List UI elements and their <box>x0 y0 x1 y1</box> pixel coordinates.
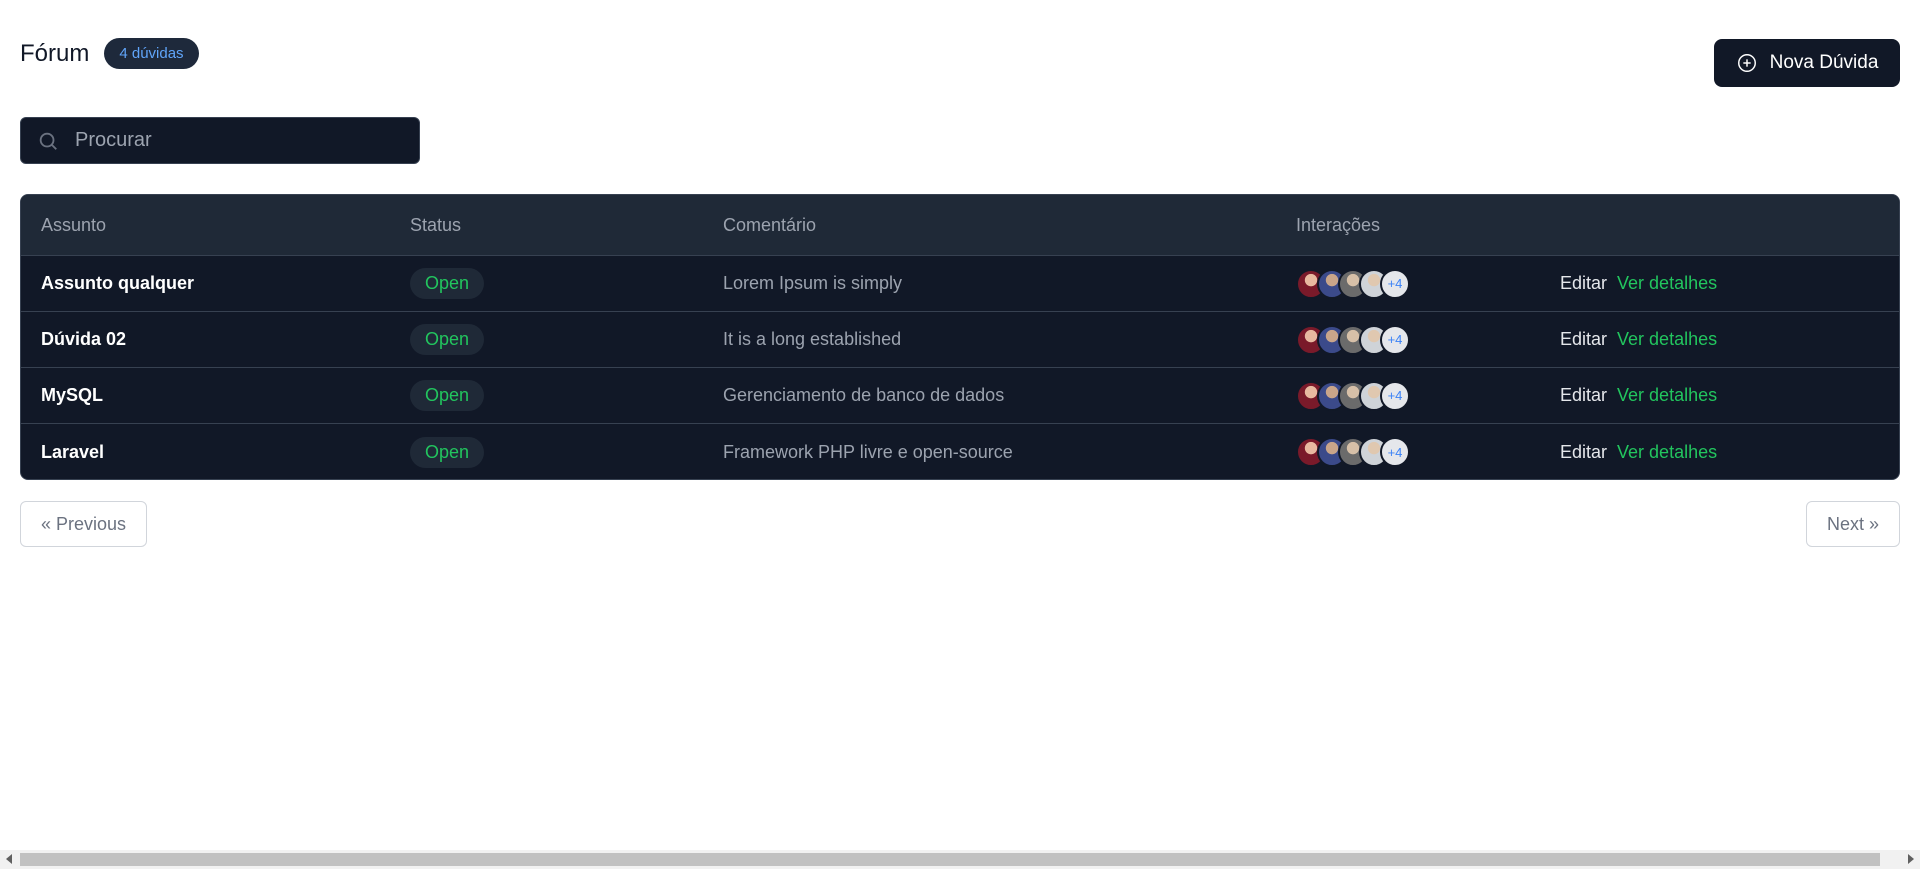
more-interactions-count: +4 <box>1380 324 1410 355</box>
search-input[interactable] <box>75 129 395 152</box>
status-badge: Open <box>410 380 485 411</box>
edit-link[interactable]: Editar <box>1560 442 1607 463</box>
interaction-avatars: +4 <box>1296 268 1410 299</box>
column-header-interactions: Interações <box>1296 214 1381 235</box>
row-actions: Editar Ver detalhes <box>1560 329 1717 350</box>
view-details-link[interactable]: Ver detalhes <box>1617 442 1717 463</box>
row-subject: Laravel <box>41 441 105 462</box>
plus-circle-icon <box>1737 54 1756 72</box>
status-badge: Open <box>410 268 485 299</box>
new-question-button[interactable]: Nova Dúvida <box>1714 39 1900 87</box>
row-subject: Dúvida 02 <box>41 329 127 349</box>
row-subject: MySQL <box>41 385 104 405</box>
table-row: Assunto qualquer Open Lorem Ipsum is sim… <box>21 256 1899 312</box>
edit-link[interactable]: Editar <box>1560 385 1607 406</box>
status-badge: Open <box>410 324 485 355</box>
column-header-comment: Comentário <box>723 214 817 235</box>
more-interactions-count: +4 <box>1380 437 1410 467</box>
search-box <box>20 117 420 164</box>
interaction-avatars: +4 <box>1296 324 1410 355</box>
row-subject: Assunto qualquer <box>41 273 195 293</box>
next-page-button[interactable]: Next » <box>1805 501 1900 547</box>
view-details-link[interactable]: Ver detalhes <box>1617 329 1717 350</box>
interaction-avatars: +4 <box>1296 380 1410 411</box>
view-details-link[interactable]: Ver detalhes <box>1617 385 1717 406</box>
column-header-subject: Assunto <box>41 214 107 235</box>
scroll-right-arrow-icon[interactable] <box>1908 854 1914 864</box>
forum-page: Fórum 4 dúvidas Nova Dúvida Assunto Stat… <box>0 0 1920 869</box>
search-icon <box>39 132 57 150</box>
row-actions: Editar Ver detalhes <box>1560 273 1717 294</box>
edit-link[interactable]: Editar <box>1560 273 1607 294</box>
more-interactions-count: +4 <box>1380 380 1410 411</box>
edit-link[interactable]: Editar <box>1560 329 1607 350</box>
table-row: Dúvida 02 Open It is a long established … <box>21 312 1899 368</box>
row-actions: Editar Ver detalhes <box>1560 385 1717 406</box>
page-title: Fórum <box>20 39 90 67</box>
table-header: Assunto Status Comentário Interações <box>21 195 1899 256</box>
page-header: Fórum 4 dúvidas <box>20 38 199 69</box>
row-comment: Lorem Ipsum is simply <box>723 273 903 293</box>
table-row: MySQL Open Gerenciamento de banco de dad… <box>21 368 1899 424</box>
view-details-link[interactable]: Ver detalhes <box>1617 273 1717 294</box>
question-count-badge: 4 dúvidas <box>104 38 199 69</box>
row-comment: Framework PHP livre e open-source <box>723 441 1013 462</box>
table-row: Laravel Open Framework PHP livre e open-… <box>21 424 1899 479</box>
new-question-label: Nova Dúvida <box>1769 52 1879 73</box>
previous-page-button[interactable]: « Previous <box>20 501 148 547</box>
column-header-status: Status <box>410 214 462 235</box>
row-actions: Editar Ver detalhes <box>1560 442 1717 463</box>
scrollbar-thumb[interactable] <box>20 853 1880 866</box>
scroll-left-arrow-icon[interactable] <box>6 854 12 864</box>
row-comment: It is a long established <box>723 329 902 349</box>
interaction-avatars: +4 <box>1296 437 1410 467</box>
horizontal-scrollbar[interactable] <box>0 850 1920 869</box>
more-interactions-count: +4 <box>1380 268 1410 299</box>
status-badge: Open <box>410 436 485 468</box>
questions-table: Assunto Status Comentário Interações Ass… <box>20 194 1900 480</box>
row-comment: Gerenciamento de banco de dados <box>723 385 1005 405</box>
